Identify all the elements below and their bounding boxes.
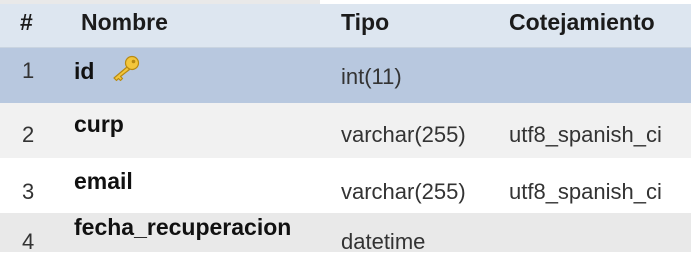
column-collation: utf8_spanish_ci <box>509 179 662 204</box>
key-icon <box>113 55 140 82</box>
row-index: 1 <box>22 58 35 83</box>
table-row[interactable]: 1 id int(11) <box>0 48 691 103</box>
column-name: email <box>74 168 133 194</box>
column-name: id <box>74 58 95 84</box>
column-type: datetime <box>341 229 426 254</box>
column-type: varchar(255) <box>341 122 466 147</box>
row-index: 3 <box>22 179 35 204</box>
column-header-index[interactable]: # <box>20 9 33 36</box>
column-type: varchar(255) <box>341 179 466 204</box>
column-collation: utf8_spanish_ci <box>509 122 662 147</box>
row-index: 4 <box>22 229 35 254</box>
table-row[interactable]: 2 curp varchar(255) utf8_spanish_ci <box>0 103 691 158</box>
column-header-type[interactable]: Tipo <box>341 9 389 36</box>
column-type: int(11) <box>341 64 402 89</box>
column-name: fecha_recuperacion <box>74 214 292 240</box>
table-row[interactable]: 3 email varchar(255) utf8_spanish_ci <box>0 158 691 213</box>
column-name: curp <box>74 111 124 137</box>
table-header: # Nombre Tipo Cotejamiento <box>0 4 691 48</box>
column-header-collation[interactable]: Cotejamiento <box>509 9 655 36</box>
column-header-name[interactable]: Nombre <box>81 9 168 36</box>
table-row[interactable]: 4 fecha_recuperacion datetime <box>0 213 691 254</box>
row-index: 2 <box>22 122 35 147</box>
